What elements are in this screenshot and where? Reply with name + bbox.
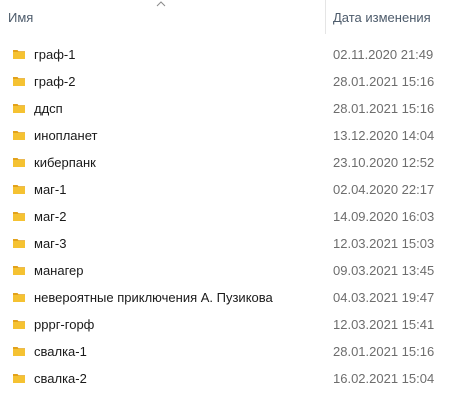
- file-name: свалка-1: [34, 344, 87, 359]
- folder-icon: [13, 50, 25, 59]
- file-date-modified: 14.09.2020 16:03: [333, 209, 435, 224]
- file-name: маг-2: [34, 209, 67, 224]
- file-row-12[interactable]: свалка-1 28.01.2021 15:16: [0, 338, 457, 365]
- file-date-modified: 28.01.2021 15:16: [333, 101, 435, 116]
- file-name: киберпанк: [34, 155, 96, 170]
- folder-icon: [13, 266, 25, 275]
- file-name: рррг-горф: [34, 317, 95, 332]
- file-name: ддсп: [34, 101, 63, 116]
- folder-icon: [13, 239, 25, 248]
- file-date-modified: 16.02.2021 15:04: [333, 371, 435, 386]
- file-date-modified: 09.03.2021 13:45: [333, 263, 435, 278]
- folder-icon: [13, 347, 25, 356]
- file-row-11[interactable]: рррг-горф 12.03.2021 15:41: [0, 311, 457, 338]
- file-date-modified: 28.01.2021 15:16: [333, 74, 435, 89]
- file-name: манагер: [34, 263, 84, 278]
- file-name: граф-2: [34, 74, 76, 89]
- column-divider[interactable]: [325, 0, 326, 34]
- folder-icon: [13, 212, 25, 221]
- file-row-6[interactable]: маг-1 02.04.2020 22:17: [0, 176, 457, 203]
- file-name: невероятные приключения А. Пузикова: [34, 290, 273, 305]
- file-date-modified: 12.03.2021 15:41: [333, 317, 435, 332]
- file-row-4[interactable]: инопланет 13.12.2020 14:04: [0, 122, 457, 149]
- folder-icon: [13, 374, 25, 383]
- file-row-9[interactable]: манагер 09.03.2021 13:45: [0, 257, 457, 284]
- folder-icon: [13, 104, 25, 113]
- file-list: граф-1 02.11.2020 21:49 граф-2 28.01.202…: [0, 41, 457, 392]
- file-name: свалка-2: [34, 371, 87, 386]
- folder-icon: [13, 77, 25, 86]
- file-row-3[interactable]: ддсп 28.01.2021 15:16: [0, 95, 457, 122]
- file-row-2[interactable]: граф-2 28.01.2021 15:16: [0, 68, 457, 95]
- file-name: инопланет: [34, 128, 98, 143]
- file-date-modified: 02.04.2020 22:17: [333, 182, 435, 197]
- file-name: граф-1: [34, 47, 76, 62]
- folder-icon: [13, 320, 25, 329]
- file-date-modified: 04.03.2021 19:47: [333, 290, 435, 305]
- file-row-7[interactable]: маг-2 14.09.2020 16:03: [0, 203, 457, 230]
- file-date-modified: 13.12.2020 14:04: [333, 128, 435, 143]
- file-date-modified: 12.03.2021 15:03: [333, 236, 435, 251]
- folder-icon: [13, 158, 25, 167]
- file-row-10[interactable]: невероятные приключения А. Пузикова 04.0…: [0, 284, 457, 311]
- file-row-8[interactable]: маг-3 12.03.2021 15:03: [0, 230, 457, 257]
- file-row-13[interactable]: свалка-2 16.02.2021 15:04: [0, 365, 457, 392]
- file-date-modified: 23.10.2020 12:52: [333, 155, 435, 170]
- chevron-up-icon[interactable]: [156, 0, 166, 8]
- folder-icon: [13, 185, 25, 194]
- column-header-name[interactable]: Имя: [8, 10, 33, 25]
- file-row-5[interactable]: киберпанк 23.10.2020 12:52: [0, 149, 457, 176]
- column-header-bar: Имя Дата изменения: [0, 0, 457, 34]
- folder-icon: [13, 131, 25, 140]
- file-date-modified: 02.11.2020 21:49: [333, 47, 434, 62]
- file-name: маг-1: [34, 182, 67, 197]
- folder-icon: [13, 293, 25, 302]
- file-date-modified: 28.01.2021 15:16: [333, 344, 435, 359]
- column-header-date-modified[interactable]: Дата изменения: [333, 10, 431, 25]
- file-name: маг-3: [34, 236, 67, 251]
- file-row-1[interactable]: граф-1 02.11.2020 21:49: [0, 41, 457, 68]
